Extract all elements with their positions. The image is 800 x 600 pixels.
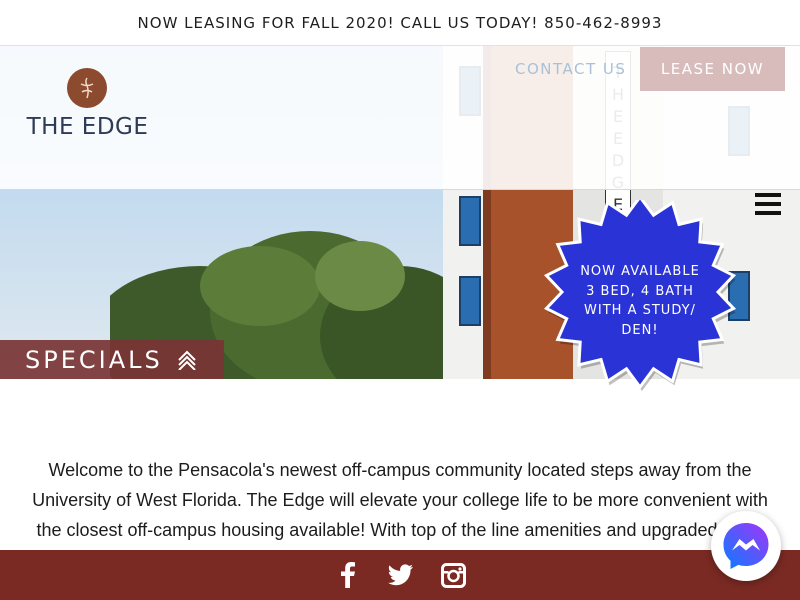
hamburger-icon[interactable]: [755, 193, 781, 215]
badge-line: NOW AVAILABLE: [580, 264, 700, 279]
facebook-icon[interactable]: [335, 562, 360, 588]
social-footer: [0, 550, 800, 600]
messenger-icon: [723, 523, 769, 569]
instagram-icon[interactable]: [440, 562, 466, 588]
specials-label: SPECIALS: [25, 345, 163, 374]
contact-us-link[interactable]: CONTACT US: [515, 60, 626, 78]
site-logo[interactable]: THE EDGE: [20, 68, 160, 148]
logo-emblem-icon: [67, 68, 107, 108]
messenger-chat-button[interactable]: [711, 511, 781, 581]
building-window: [459, 276, 481, 326]
promo-starburst-badge: NOW AVAILABLE 3 BED, 4 BATH WITH A STUDY…: [540, 194, 740, 400]
twitter-icon[interactable]: [387, 563, 413, 588]
lease-now-button[interactable]: LEASE NOW: [640, 47, 785, 91]
badge-line: DEN!: [621, 322, 659, 338]
badge-text: NOW AVAILABLE 3 BED, 4 BATH WITH A STUDY…: [570, 262, 710, 340]
building-window: [459, 196, 481, 246]
announcement-bar: NOW LEASING FOR FALL 2020! CALL US TODAY…: [0, 0, 800, 46]
specials-tab[interactable]: SPECIALS: [0, 340, 224, 379]
welcome-paragraph: Welcome to the Pensacola's newest off-ca…: [32, 460, 768, 540]
logo-wordmark: THE EDGE: [26, 114, 149, 140]
badge-line: 3 BED, 4 BATH: [586, 283, 694, 299]
site-header: THE EDGE CONTACT US LEASE NOW: [0, 46, 800, 190]
badge-line: WITH A STUDY/: [584, 303, 696, 318]
double-chevron-up-icon: [178, 350, 196, 370]
announcement-text: NOW LEASING FOR FALL 2020! CALL US TODAY…: [137, 13, 663, 32]
